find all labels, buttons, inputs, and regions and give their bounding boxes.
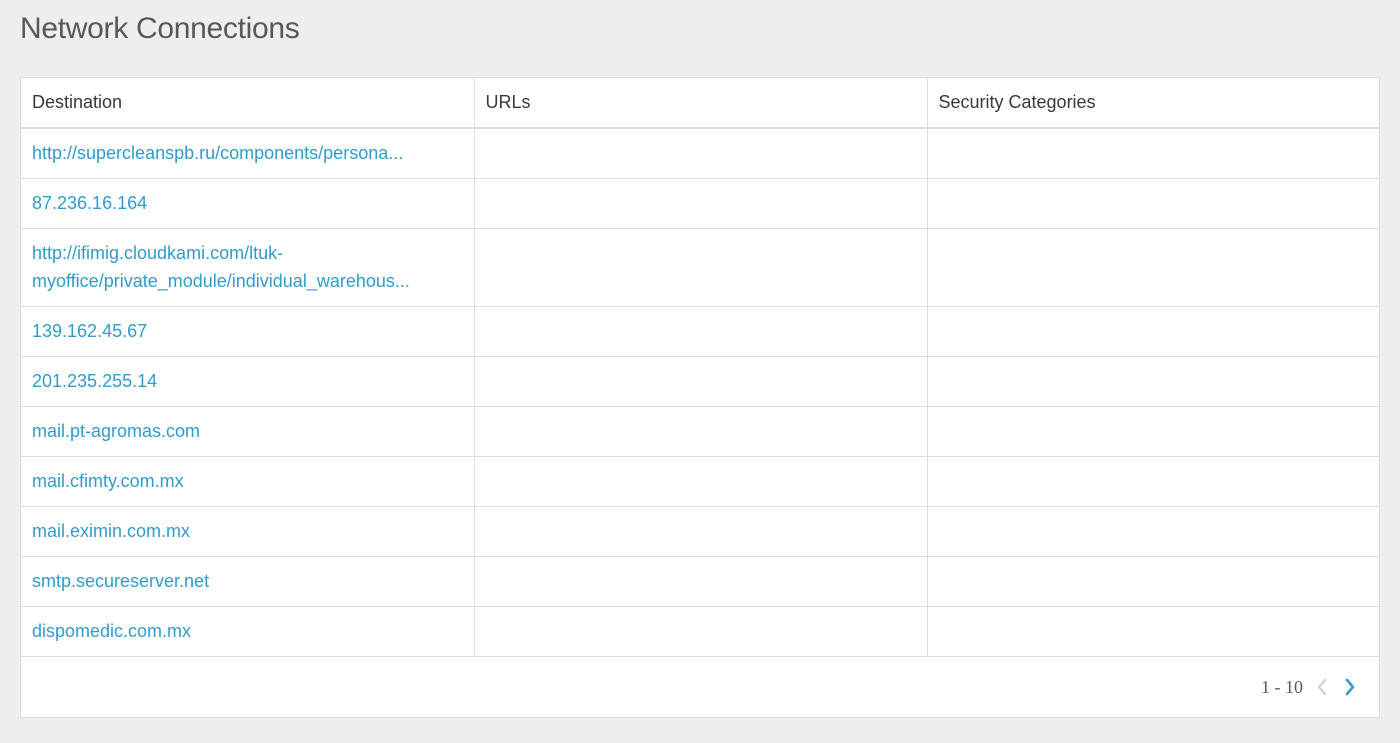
connections-table: Destination URLs Security Categories htt… [21,78,1379,657]
next-page-button[interactable] [1341,676,1359,698]
table-row: 201.235.255.14 [21,356,1379,407]
urls-cell [474,356,928,407]
destination-link[interactable]: http://ifimig.cloudkami.com/ltuk-myoffic… [32,239,463,295]
table-row: mail.cfimty.com.mx [21,456,1379,507]
destination-cell: 139.162.45.67 [21,306,475,357]
destination-link[interactable]: 201.235.255.14 [32,367,463,395]
security-categories-cell [927,356,1379,407]
security-categories-cell [927,178,1379,229]
chevron-right-icon [1345,678,1355,696]
security-categories-cell [927,606,1379,657]
urls-cell [474,128,928,179]
destination-link[interactable]: dispomedic.com.mx [32,617,463,645]
urls-cell [474,506,928,557]
urls-cell [474,406,928,457]
network-connections-panel: Destination URLs Security Categories htt… [20,77,1380,718]
destination-cell: mail.eximin.com.mx [21,506,475,557]
table-header-row: Destination URLs Security Categories [21,78,1379,129]
security-categories-cell [927,506,1379,557]
table-row: mail.eximin.com.mx [21,506,1379,557]
chevron-left-icon [1317,678,1327,696]
page-title: Network Connections [20,12,300,45]
destination-cell: http://supercleanspb.ru/components/perso… [21,128,475,179]
column-header-destination[interactable]: Destination [21,78,475,129]
destination-cell: dispomedic.com.mx [21,606,475,657]
pagination-range: 1 - 10 [1261,676,1303,697]
destination-cell: smtp.secureserver.net [21,556,475,607]
destination-link[interactable]: mail.pt-agromas.com [32,417,463,445]
security-categories-cell [927,306,1379,357]
destination-link[interactable]: http://supercleanspb.ru/components/perso… [32,139,463,167]
urls-cell [474,306,928,357]
destination-cell: mail.pt-agromas.com [21,406,475,457]
table-row: http://supercleanspb.ru/components/perso… [21,128,1379,179]
destination-link[interactable]: mail.cfimty.com.mx [32,467,463,495]
destination-link[interactable]: mail.eximin.com.mx [32,517,463,545]
security-categories-cell [927,406,1379,457]
destination-link[interactable]: 87.236.16.164 [32,189,463,217]
table-row: 87.236.16.164 [21,178,1379,229]
previous-page-button[interactable] [1313,676,1331,698]
table-row: http://ifimig.cloudkami.com/ltuk-myoffic… [21,228,1379,307]
table-row: dispomedic.com.mx [21,606,1379,657]
security-categories-cell [927,456,1379,507]
pagination: 1 - 10 [1261,675,1359,699]
table-row: smtp.secureserver.net [21,556,1379,607]
destination-link[interactable]: 139.162.45.67 [32,317,463,345]
destination-cell: 87.236.16.164 [21,178,475,229]
table-row: mail.pt-agromas.com [21,406,1379,457]
security-categories-cell [927,556,1379,607]
destination-cell: 201.235.255.14 [21,356,475,407]
destination-link[interactable]: smtp.secureserver.net [32,567,463,595]
urls-cell [474,606,928,657]
table-row: 139.162.45.67 [21,306,1379,357]
urls-cell [474,178,928,229]
urls-cell [474,456,928,507]
urls-cell [474,228,928,307]
destination-cell: mail.cfimty.com.mx [21,456,475,507]
destination-cell: http://ifimig.cloudkami.com/ltuk-myoffic… [21,228,475,307]
security-categories-cell [927,128,1379,179]
column-header-urls[interactable]: URLs [474,78,928,129]
urls-cell [474,556,928,607]
column-header-security-categories[interactable]: Security Categories [927,78,1379,129]
security-categories-cell [927,228,1379,307]
